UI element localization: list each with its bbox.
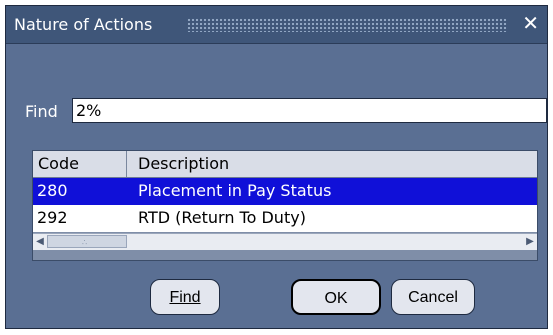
results-list: Code Description 280 Placement in Pay St…: [32, 150, 538, 261]
row-code: 292: [37, 208, 68, 227]
find-input[interactable]: [72, 98, 547, 123]
column-divider[interactable]: [126, 151, 127, 177]
find-button-label: Find: [169, 289, 201, 306]
row-description: RTD (Return To Duty): [138, 208, 306, 227]
column-header-code[interactable]: Code: [38, 154, 79, 173]
ok-button-label: OK: [324, 290, 348, 307]
horizontal-scrollbar[interactable]: ◀ ∴ ▶: [33, 233, 537, 250]
left-arrow-icon[interactable]: ◀: [34, 235, 46, 248]
scrollbar-thumb[interactable]: ∴: [47, 235, 127, 248]
ok-button[interactable]: OK: [291, 279, 381, 315]
close-icon[interactable]: ✕: [522, 12, 539, 34]
find-button[interactable]: Find: [150, 279, 220, 315]
right-arrow-icon[interactable]: ▶: [524, 235, 536, 248]
nature-of-actions-dialog: Nature of Actions ✕ Find Code Descriptio…: [5, 5, 548, 329]
dialog-title: Nature of Actions: [14, 15, 153, 34]
cancel-button-label: Cancel: [408, 289, 458, 306]
row-description: Placement in Pay Status: [138, 181, 332, 200]
cancel-button[interactable]: Cancel: [391, 279, 475, 315]
row-code: 280: [37, 181, 68, 200]
column-header-description[interactable]: Description: [138, 154, 229, 173]
list-row[interactable]: 280 Placement in Pay Status: [33, 178, 537, 205]
title-bar-texture: [187, 18, 507, 32]
list-row[interactable]: 292 RTD (Return To Duty): [33, 205, 537, 232]
title-bar[interactable]: Nature of Actions ✕: [6, 6, 547, 44]
grip-icon: ∴: [82, 238, 88, 247]
find-label: Find: [25, 102, 58, 121]
list-header: Code Description: [33, 151, 537, 178]
